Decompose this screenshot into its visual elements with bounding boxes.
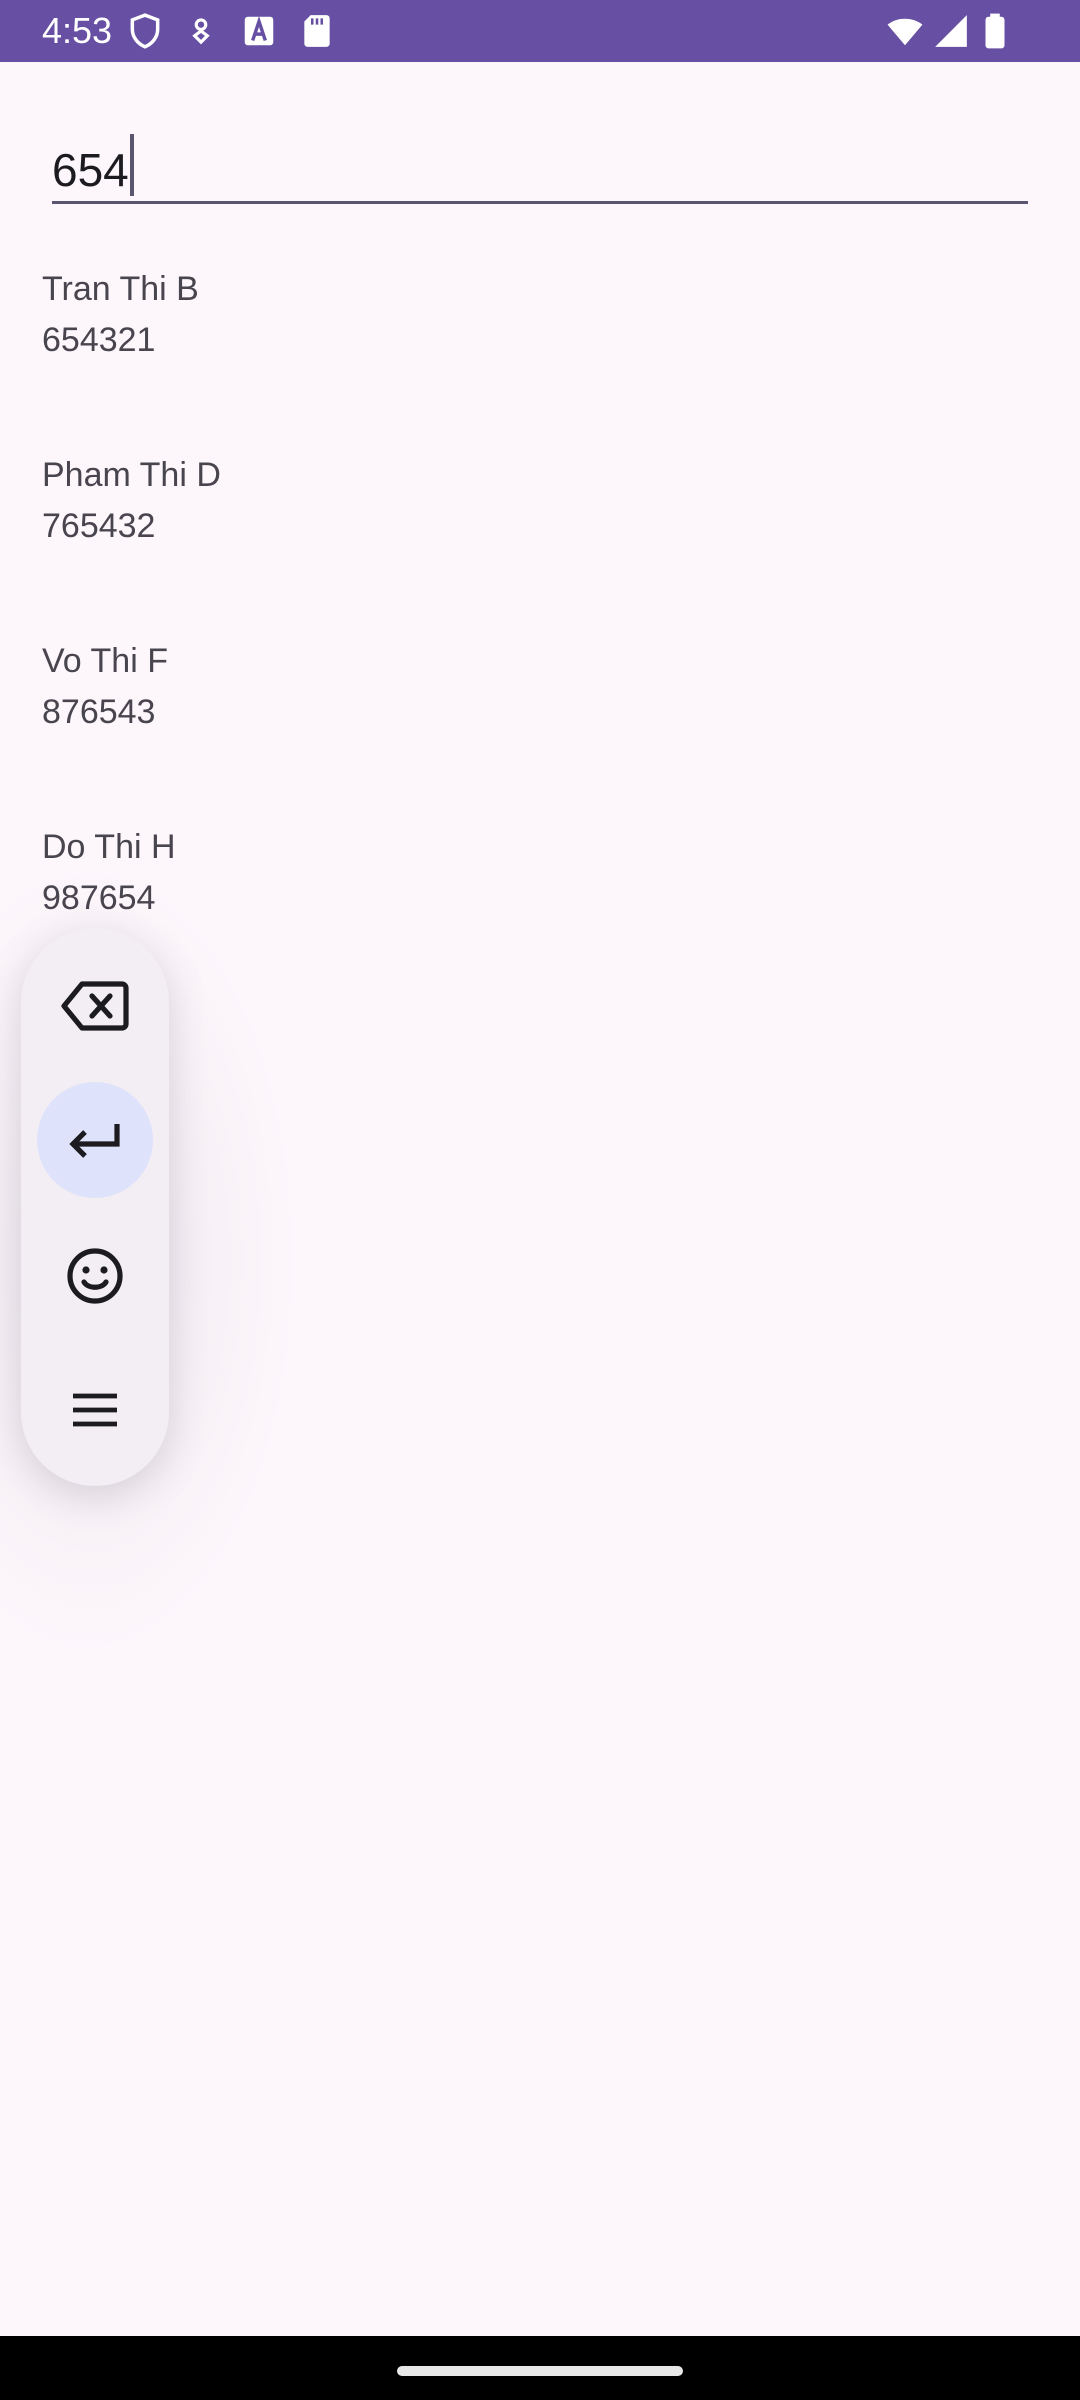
wifi-icon [886,12,924,50]
app-screen: 4:53 654 Tran Thi B 654321 Pham Thi D 76… [0,0,1080,2400]
backspace-button[interactable] [37,948,153,1064]
emoji-button[interactable] [37,1218,153,1334]
signal-icon [932,12,970,50]
navigation-bar [0,2336,1080,2400]
list-item[interactable]: Vo Thi F 876543 [42,612,1002,762]
backspace-icon [60,978,130,1034]
text-a-icon [240,12,278,50]
home-handle[interactable] [397,2366,683,2376]
menu-button[interactable] [37,1352,153,1468]
enter-button[interactable] [37,1082,153,1198]
emoji-icon [65,1246,125,1306]
contact-name: Vo Thi F [42,642,168,680]
battery-icon [976,12,1014,50]
contact-name: Pham Thi D [42,456,221,494]
contact-number: 765432 [42,507,156,545]
list-item[interactable]: Pham Thi D 765432 [42,426,1002,576]
contact-number: 876543 [42,693,156,731]
search-input[interactable]: 654 [52,134,134,198]
list-item[interactable]: Tran Thi B 654321 [42,240,1002,390]
contact-name: Tran Thi B [42,270,199,308]
dog-icon [182,12,220,50]
search-value: 654 [52,144,129,196]
status-time: 4:53 [42,10,113,51]
menu-icon [69,1390,121,1430]
status-bar: 4:53 [0,0,1080,62]
enter-icon [65,1118,125,1162]
text-caret [129,134,134,196]
search-field[interactable]: 654 [52,112,1028,204]
contact-number: 654321 [42,321,156,359]
shield-icon [126,12,164,50]
floating-keyboard-toolbar [21,928,169,1486]
sd-card-icon [298,12,336,50]
